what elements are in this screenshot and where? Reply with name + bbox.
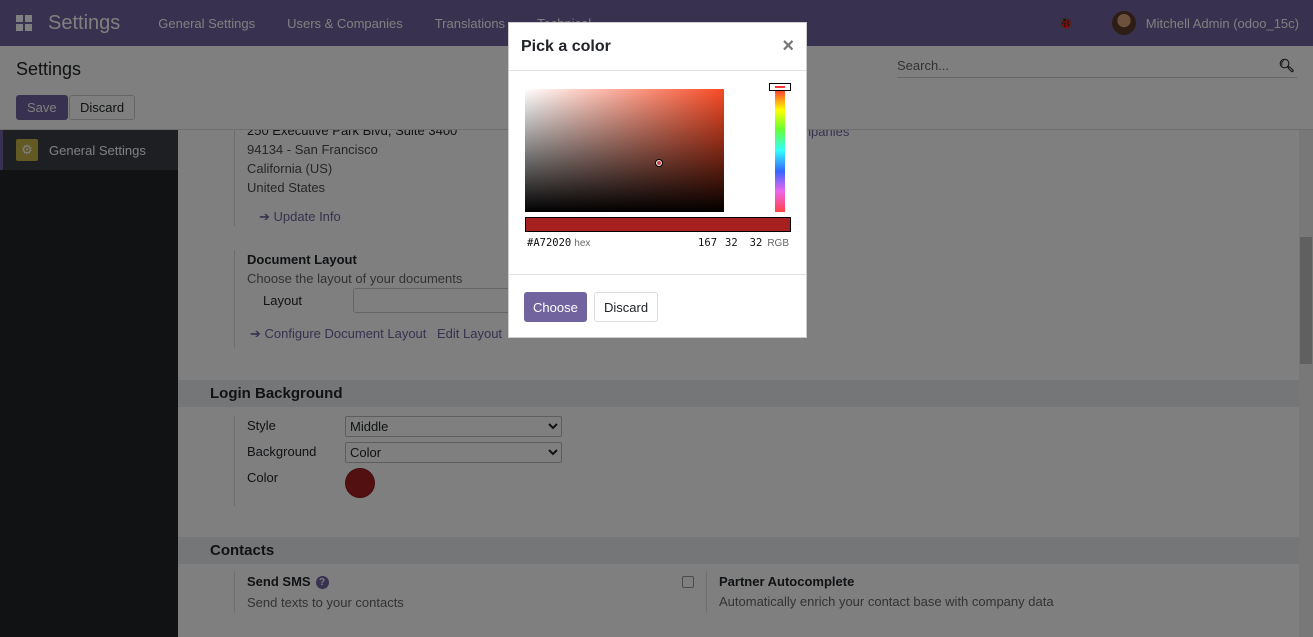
- hue-slider-handle[interactable]: [769, 83, 791, 91]
- blue-input[interactable]: 32: [750, 237, 763, 249]
- pick-color-dialog: Pick a color × #A72020 hex 167 32 32 RGB C…: [508, 22, 807, 338]
- close-icon[interactable]: ×: [782, 35, 794, 58]
- dialog-title: Pick a color: [521, 37, 611, 55]
- hue-slider[interactable]: [775, 89, 785, 212]
- hex-input[interactable]: #A72020: [527, 237, 571, 249]
- hex-unit-label: hex: [574, 238, 591, 249]
- red-input[interactable]: 167: [698, 237, 717, 249]
- dialog-footer: Choose Discard: [509, 274, 806, 338]
- green-input[interactable]: 32: [725, 237, 738, 249]
- dialog-discard-button[interactable]: Discard: [594, 292, 659, 322]
- rgb-unit-label: RGB: [767, 238, 789, 249]
- saturation-lightness-picker[interactable]: [525, 89, 724, 212]
- color-preview: [525, 217, 791, 232]
- color-pointer-handle[interactable]: [655, 159, 663, 167]
- choose-button[interactable]: Choose: [524, 292, 587, 322]
- color-values: #A72020 hex 167 32 32 RGB: [527, 237, 789, 249]
